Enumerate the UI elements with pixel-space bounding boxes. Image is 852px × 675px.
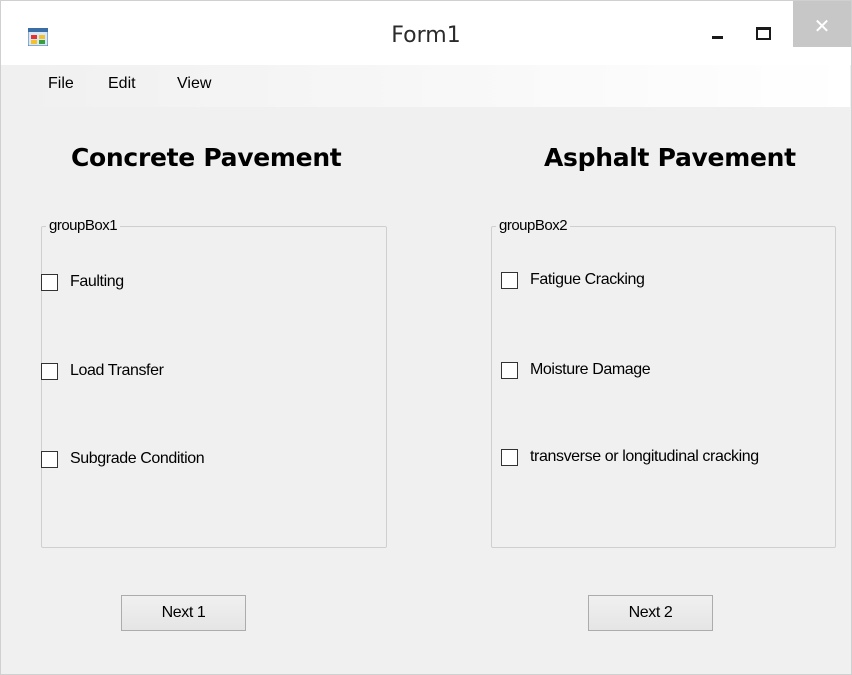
checkbox-box[interactable] <box>501 361 518 379</box>
checkbox-box[interactable] <box>501 448 518 466</box>
checkbox-box[interactable] <box>41 450 58 468</box>
title-bar[interactable]: Form1 ✕ <box>1 1 851 65</box>
asphalt-pavement-heading: Asphalt Pavement <box>544 143 796 172</box>
checkbox-subgrade-condition-label: Subgrade Condition <box>70 450 205 467</box>
next-2-button[interactable]: Next 2 <box>588 595 713 631</box>
checkbox-faulting[interactable]: Faulting <box>41 273 124 291</box>
groupbox-concrete-label: groupBox1 <box>46 217 121 234</box>
checkbox-moisture-damage-label: Moisture Damage <box>530 361 651 378</box>
checkbox-moisture-damage[interactable]: Moisture Damage <box>501 361 651 379</box>
checkbox-fatigue-cracking-label: Fatigue Cracking <box>530 271 645 288</box>
checkbox-box[interactable] <box>41 273 58 291</box>
concrete-pavement-heading: Concrete Pavement <box>71 143 342 172</box>
next-1-button[interactable]: Next 1 <box>121 595 246 631</box>
close-icon: ✕ <box>813 14 831 38</box>
checkbox-box[interactable] <box>41 362 58 380</box>
menu-view[interactable]: View <box>177 75 211 93</box>
menu-bar: File Edit View <box>10 65 850 107</box>
menu-file[interactable]: File <box>48 75 74 93</box>
checkbox-box[interactable] <box>501 271 518 289</box>
checkbox-fatigue-cracking[interactable]: Fatigue Cracking <box>501 271 645 289</box>
minimize-button[interactable] <box>701 15 739 49</box>
checkbox-load-transfer[interactable]: Load Transfer <box>41 362 164 380</box>
checkbox-faulting-label: Faulting <box>70 273 124 290</box>
menu-edit[interactable]: Edit <box>108 75 136 93</box>
checkbox-transverse-cracking-label: transverse or longitudinal cracking <box>530 448 759 465</box>
groupbox-asphalt-label: groupBox2 <box>496 217 571 234</box>
close-button[interactable]: ✕ <box>793 1 851 47</box>
checkbox-subgrade-condition[interactable]: Subgrade Condition <box>41 450 205 468</box>
form1-window: Form1 ✕ File Edit View Concrete Pavement… <box>0 0 852 675</box>
checkbox-transverse-cracking[interactable]: transverse or longitudinal cracking <box>501 448 759 466</box>
checkbox-load-transfer-label: Load Transfer <box>70 362 164 379</box>
maximize-button[interactable] <box>746 15 786 49</box>
